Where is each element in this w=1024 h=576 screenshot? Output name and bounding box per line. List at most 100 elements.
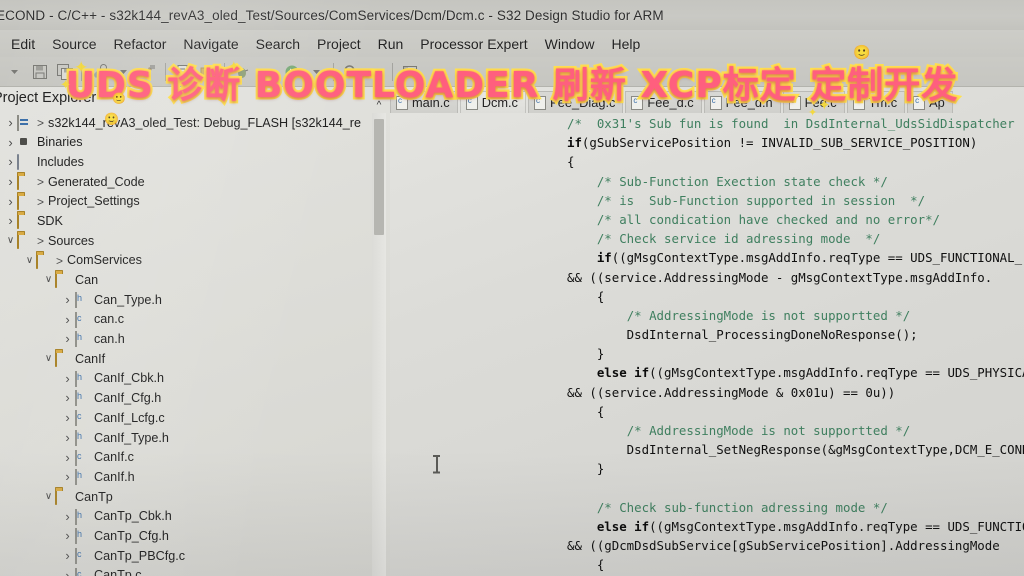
tree-item[interactable]: CanIf_Cfg.h	[0, 389, 372, 409]
window-title: ECOND - C/C++ - s32k144_revA3_oled_Test/…	[0, 7, 664, 23]
save-icon[interactable]	[29, 61, 50, 82]
editor-tab-ap[interactable]: Ap	[907, 91, 953, 113]
chevron-down-icon[interactable]	[42, 354, 55, 364]
chevron-right-icon[interactable]	[61, 372, 74, 386]
save-all-icon[interactable]	[54, 61, 75, 82]
c-file-icon	[709, 95, 722, 110]
debug-dropdown-icon[interactable]	[256, 61, 277, 82]
tree-item[interactable]: Includes	[0, 152, 372, 172]
menu-item-project[interactable]: Project	[317, 34, 369, 54]
tree-item[interactable]: >Sources	[0, 231, 372, 251]
editor-tab-tm-c[interactable]: Tm.c	[846, 91, 906, 113]
tree-item[interactable]: CanIf_Lcfg.c	[0, 408, 372, 428]
menu-item-window[interactable]: Window	[545, 34, 603, 54]
chevron-right-icon[interactable]	[4, 175, 17, 189]
c-file-icon	[465, 95, 478, 110]
tree-item[interactable]: >s32k144_revA3_oled_Test: Debug_FLASH [s…	[0, 113, 372, 133]
tree-item[interactable]: can.c	[0, 310, 372, 330]
menu-item-source[interactable]: Source	[52, 34, 104, 54]
chevron-down-icon[interactable]	[42, 492, 55, 502]
tree-item[interactable]: >Generated_Code	[0, 172, 372, 192]
new-folder-icon[interactable]	[197, 61, 218, 82]
tree-item-prefix: >	[56, 253, 64, 268]
project-tree-scroll-thumb[interactable]	[374, 119, 384, 235]
chevron-right-icon[interactable]	[61, 391, 74, 405]
code-token-plain: {	[567, 557, 605, 573]
chevron-right-icon[interactable]	[61, 411, 74, 425]
chevron-right-icon[interactable]	[61, 431, 74, 445]
menu-item-edit[interactable]: Edit	[11, 34, 43, 54]
tree-item[interactable]: can.h	[0, 330, 372, 350]
tree-item[interactable]: CanIf	[0, 349, 372, 369]
tree-item[interactable]: CanIf.h	[0, 467, 372, 487]
run-dropdown-icon[interactable]	[306, 61, 327, 82]
link-icon[interactable]	[365, 61, 386, 82]
chevron-right-icon[interactable]	[61, 293, 74, 307]
new-file-icon[interactable]	[172, 61, 193, 82]
chevron-right-icon[interactable]	[61, 313, 74, 327]
chevron-right-icon[interactable]	[61, 529, 74, 543]
tree-item[interactable]: Can_Type.h	[0, 290, 372, 310]
chevron-right-icon[interactable]	[61, 569, 74, 576]
c-file-icon	[396, 95, 408, 110]
clean-icon[interactable]	[138, 61, 159, 82]
editor-tab-fee-diag-c[interactable]: Fee_Diag.c	[527, 91, 624, 113]
chevron-right-icon[interactable]	[4, 155, 17, 169]
build-icon[interactable]	[88, 61, 109, 82]
menu-item-navigate[interactable]: Navigate	[183, 34, 246, 54]
chevron-down-icon[interactable]	[23, 256, 36, 266]
editor-tab-dcm-c[interactable]: Dcm.c	[459, 91, 526, 113]
chevron-right-icon[interactable]	[61, 549, 74, 563]
editor-tab-fee-d-h[interactable]: Fee_d.h	[703, 91, 781, 113]
scroll-up-arrow-icon[interactable]: ^	[372, 99, 386, 112]
menu-item-help[interactable]: Help	[611, 34, 648, 54]
tree-item[interactable]: SDK	[0, 211, 372, 231]
tree-item[interactable]: CanIf_Cbk.h	[0, 369, 372, 389]
perspective-icon[interactable]	[399, 61, 420, 82]
chevron-right-icon[interactable]	[4, 195, 17, 209]
tree-item[interactable]: CanIf.c	[0, 448, 372, 468]
tree-item[interactable]: CanTp_PBCfg.c	[0, 546, 372, 566]
project-tree-scrollbar[interactable]: ^	[372, 100, 386, 576]
debug-icon[interactable]	[231, 61, 252, 82]
menu-item-run[interactable]: Run	[378, 34, 412, 54]
tree-item[interactable]: Binaries	[0, 133, 372, 153]
menu-item-search[interactable]: Search	[256, 34, 308, 54]
chevron-right-icon[interactable]	[61, 451, 74, 465]
tree-item[interactable]: Can	[0, 271, 372, 291]
tree-item[interactable]: CanTp_Cfg.h	[0, 526, 372, 546]
menu-item-refactor[interactable]: Refactor	[113, 34, 174, 54]
chevron-right-icon[interactable]	[4, 116, 17, 130]
chevron-down-icon[interactable]	[42, 275, 55, 285]
chevron-right-icon[interactable]	[61, 470, 74, 484]
chevron-right-icon[interactable]	[61, 332, 74, 346]
tree-item[interactable]: >ComServices	[0, 251, 372, 271]
project-explorer-tabbar[interactable]: Project Explorer	[0, 87, 390, 112]
editor-tab-fee-d-c[interactable]: Fee_d.c	[625, 91, 702, 113]
build-dropdown-icon[interactable]	[113, 61, 134, 82]
tree-item-prefix: >	[37, 233, 45, 248]
tree-item[interactable]: CanTp.c	[0, 566, 372, 576]
project-explorer-tab-label[interactable]: Project Explorer	[0, 90, 96, 106]
tree-item[interactable]: CanIf_Type.h	[0, 428, 372, 448]
editor-tab-main-c[interactable]: main.c	[390, 91, 458, 113]
code-line: DsdInternal_ProcessingDoneNoResponse();	[390, 325, 1024, 344]
source-folder-icon	[17, 213, 33, 230]
editor-tab-fee-c[interactable]: Fee.c	[782, 91, 845, 113]
chevron-right-icon[interactable]	[4, 214, 17, 228]
chevron-right-icon[interactable]	[4, 136, 17, 150]
run-icon[interactable]	[281, 61, 302, 82]
dropdown-arrow-icon[interactable]	[4, 61, 25, 82]
chevron-down-icon[interactable]	[4, 236, 17, 246]
chevron-right-icon[interactable]	[61, 510, 74, 524]
project-icon	[17, 114, 33, 131]
project-tree[interactable]: >s32k144_revA3_oled_Test: Debug_FLASH [s…	[0, 113, 372, 576]
search-icon[interactable]	[340, 61, 361, 82]
menu-item-processor-expert[interactable]: Processor Expert	[420, 34, 535, 54]
tree-item[interactable]: CanTp	[0, 487, 372, 507]
code-line: && ((gDcmDsdSubService[gSubServicePositi…	[390, 536, 1024, 555]
code-token-comment: /* AddressingMode is not supportted */	[626, 307, 911, 323]
source-code-view[interactable]: /* 0x31's Sub fun is found in DsdInterna…	[390, 114, 1024, 576]
tree-item[interactable]: CanTp_Cbk.h	[0, 507, 372, 527]
tree-item[interactable]: >Project_Settings	[0, 192, 372, 212]
